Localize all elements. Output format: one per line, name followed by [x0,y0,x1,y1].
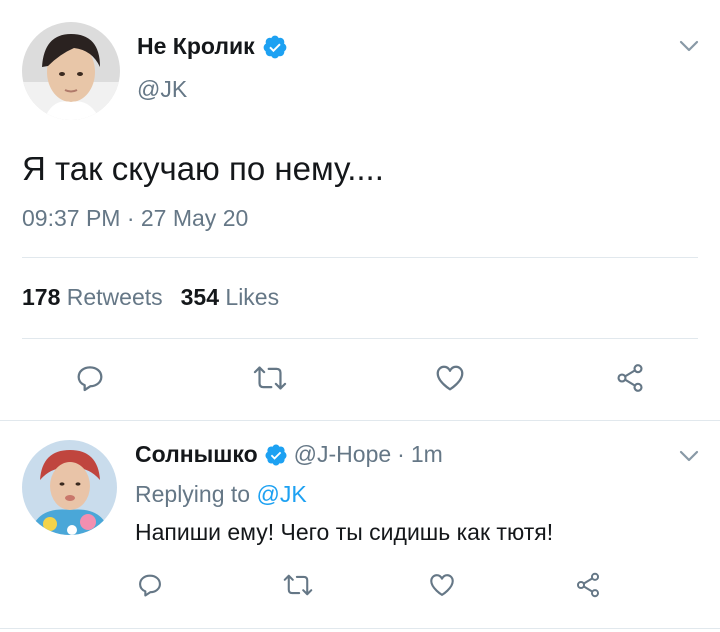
replying-to: Replying to @JK [135,481,307,508]
divider [22,338,698,339]
tweet-text: Я так скучаю по нему.... [22,150,384,187]
heart-icon [436,365,464,391]
retweet-button[interactable] [280,567,316,603]
divider [0,628,720,629]
share-button[interactable] [570,567,606,603]
like-button[interactable] [424,567,460,603]
tweet-timestamp: 09:37 PM · 27 May 20 [22,205,249,231]
reply-separator: · [397,441,405,467]
tweet-stats: 178 Retweets 354 Likes [22,284,279,311]
retweets-stat[interactable]: 178 Retweets [22,284,163,311]
reply-icon [139,574,161,597]
like-button[interactable] [432,360,468,396]
reply-text: Напиши ему! Чего ты сидишь как тютя! [135,519,554,545]
avatar-main[interactable] [22,22,120,120]
replying-mention[interactable]: @JK [256,481,306,507]
chevron-down-icon[interactable] [678,445,700,467]
author-display-name[interactable]: Не Кролик [137,33,255,60]
reply-icon [77,366,103,392]
retweets-count: 178 [22,284,61,310]
heart-icon [430,574,454,596]
retweet-button[interactable] [252,360,288,396]
reply-button[interactable] [72,360,108,396]
verified-badge-icon [264,443,288,467]
reply-time: 1m [410,441,443,467]
retweets-label: Retweets [66,284,163,310]
chevron-down-icon[interactable] [678,35,700,57]
retweet-icon [283,574,313,596]
reply-handle[interactable]: @J-Hope [294,441,392,468]
author-name[interactable]: Не Кролик [137,33,288,60]
share-icon [617,364,643,392]
verified-badge-icon [262,34,288,60]
divider [0,420,720,421]
replying-prefix: Replying to [135,481,251,507]
likes-count: 354 [180,284,220,310]
reply-author-line: Солнышко @J-Hope · 1m [135,441,443,468]
share-button[interactable] [612,360,648,396]
avatar-reply[interactable] [22,440,117,535]
author-handle[interactable]: @JK [137,76,187,103]
reply-button[interactable] [132,567,168,603]
divider [22,257,698,258]
share-icon [576,572,600,598]
likes-stat[interactable]: 354 Likes [181,284,279,311]
likes-label: Likes [225,284,280,310]
retweet-icon [253,366,287,390]
reply-display-name[interactable]: Солнышко [135,441,258,468]
